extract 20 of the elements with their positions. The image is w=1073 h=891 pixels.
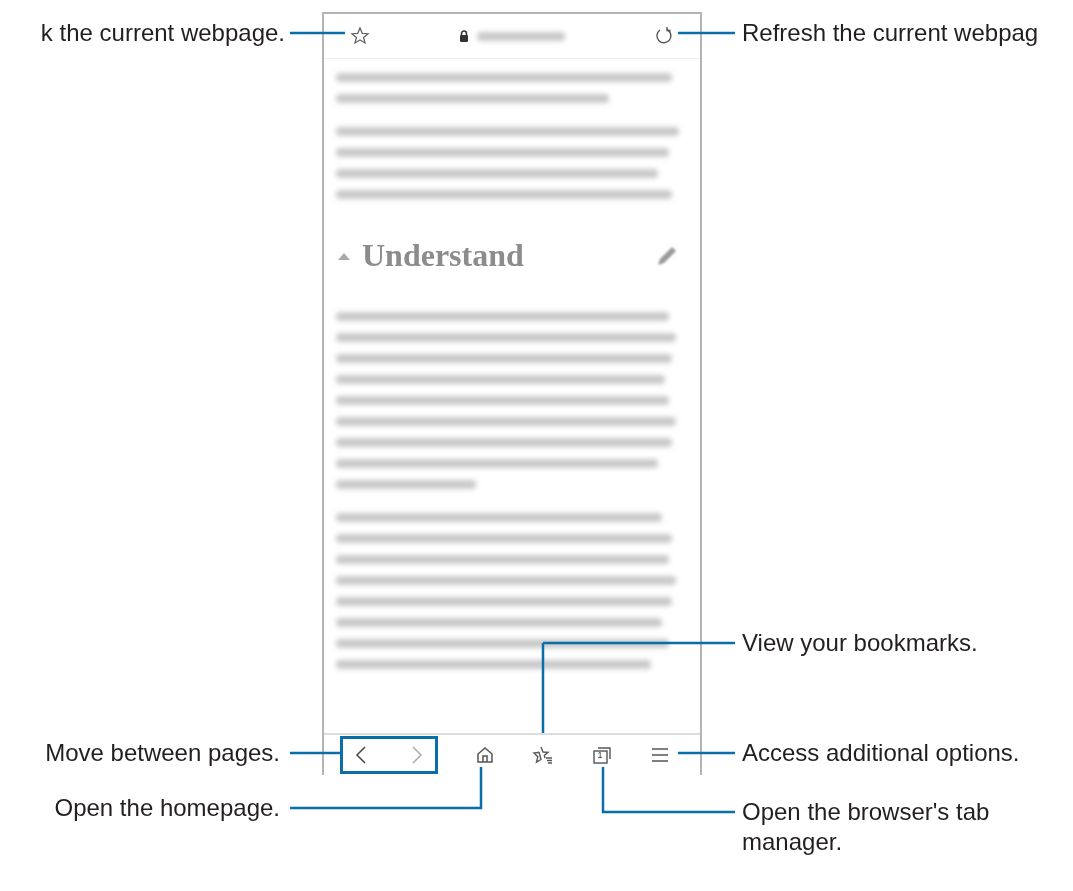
callout-label: k the current webpage. bbox=[40, 18, 285, 48]
callout-label: Refresh the current webpag bbox=[742, 18, 1039, 48]
home-button[interactable] bbox=[474, 744, 495, 766]
address-bar[interactable] bbox=[459, 30, 565, 42]
callout-label: Move between pages. bbox=[45, 738, 280, 768]
leader-line bbox=[290, 31, 345, 35]
tabs-button[interactable]: 1 bbox=[590, 744, 613, 766]
callout-label: Access additional options. bbox=[742, 738, 1020, 768]
bookmark-star-button[interactable] bbox=[350, 26, 370, 46]
lock-icon bbox=[459, 30, 469, 42]
bookmarks-button[interactable] bbox=[531, 744, 554, 766]
section-heading: Understand bbox=[362, 237, 524, 274]
refresh-button[interactable] bbox=[654, 26, 674, 46]
leader-line bbox=[678, 31, 735, 35]
collapse-caret-icon bbox=[338, 251, 350, 260]
callout-label: Open the browser's tab manager. bbox=[742, 797, 991, 857]
callout-label: Open the homepage. bbox=[54, 793, 280, 823]
callout-label: View your bookmarks. bbox=[742, 628, 978, 658]
leader-line bbox=[678, 751, 735, 755]
back-button[interactable] bbox=[355, 745, 367, 765]
